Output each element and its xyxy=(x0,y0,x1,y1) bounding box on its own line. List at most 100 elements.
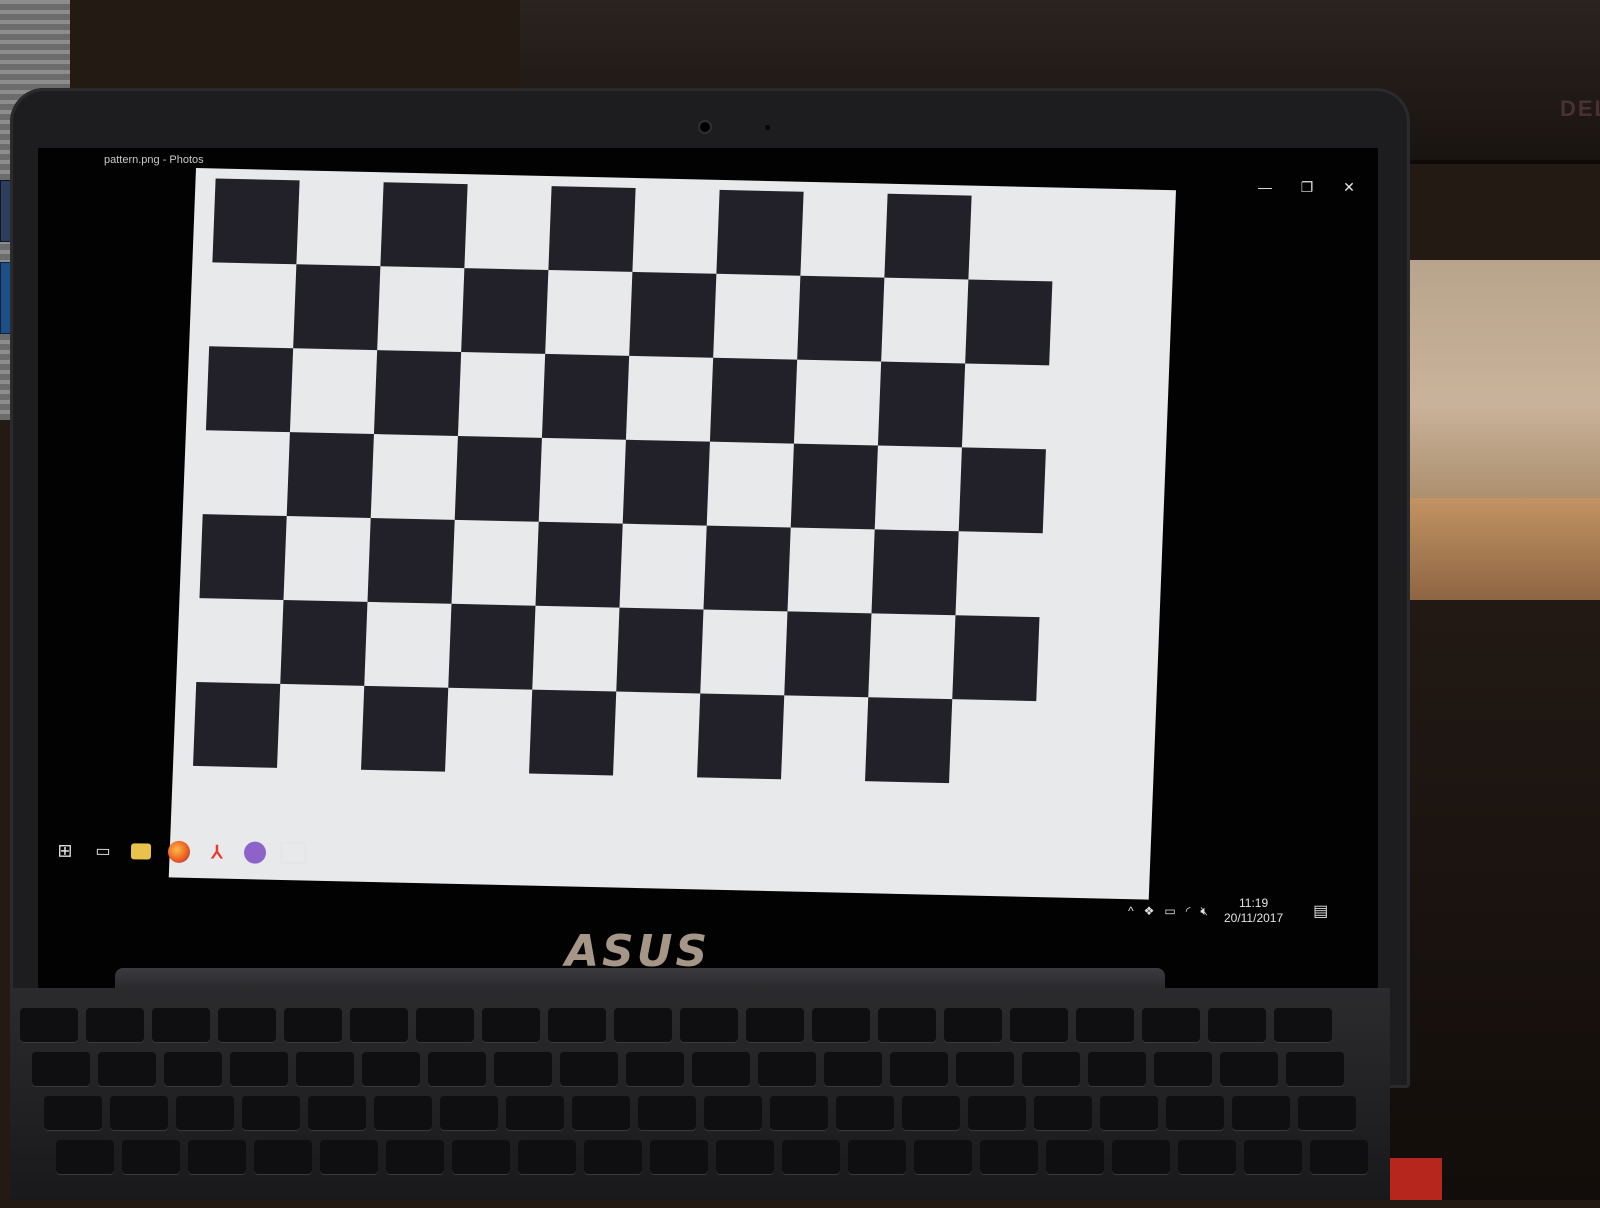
background-desk-edge xyxy=(1390,498,1600,608)
keyboard-key xyxy=(968,1096,1026,1130)
checker-square xyxy=(212,178,300,265)
keyboard-key xyxy=(188,1140,246,1174)
battery-icon[interactable]: ▭ xyxy=(1164,904,1175,918)
keyboard-key xyxy=(1244,1140,1302,1174)
laptop: pattern.png - Photos — ❐ ✕ ⊞ ▭ ⅄ ^ ❖ ▭ ◜… xyxy=(10,88,1410,1200)
keyboard-key xyxy=(1178,1140,1236,1174)
folder-icon[interactable] xyxy=(128,838,154,864)
keyboard-key xyxy=(782,1140,840,1174)
keyboard-key xyxy=(1112,1140,1170,1174)
firefox-icon[interactable] xyxy=(166,839,192,865)
clock-date: 20/11/2017 xyxy=(1223,911,1284,925)
keyboard-key xyxy=(638,1096,696,1130)
keyboard xyxy=(10,988,1390,1200)
keyboard-key xyxy=(110,1096,168,1130)
dropbox-icon[interactable]: ❖ xyxy=(1144,904,1155,918)
keyboard-key xyxy=(1208,1008,1266,1042)
chevron-up-icon[interactable]: ^ xyxy=(1128,904,1134,918)
image-canvas[interactable] xyxy=(168,168,1176,900)
checker-square xyxy=(865,697,953,784)
keyboard-key xyxy=(386,1140,444,1174)
keyboard-key xyxy=(956,1052,1014,1086)
keyboard-key xyxy=(1142,1008,1200,1042)
keyboard-key xyxy=(20,1008,78,1042)
keyboard-key xyxy=(836,1096,894,1130)
checker-square xyxy=(367,517,455,604)
keyboard-key xyxy=(518,1140,576,1174)
keyboard-key xyxy=(1298,1096,1356,1130)
keyboard-key xyxy=(506,1096,564,1130)
clock-time: 11:19 xyxy=(1238,896,1269,910)
checker-square xyxy=(784,611,872,698)
checker-square xyxy=(871,529,959,616)
checker-square xyxy=(965,279,1053,366)
keyboard-key xyxy=(440,1096,498,1130)
checker-square xyxy=(199,514,287,600)
keyboard-key xyxy=(284,1008,342,1042)
system-tray: ^ ❖ ▭ ◜ 🔇︎ 11:19 20/11/2017 ▤ xyxy=(1128,896,1328,926)
task-view-icon[interactable]: ▭ xyxy=(90,838,116,864)
webcam xyxy=(700,122,710,132)
checker-square xyxy=(529,689,617,776)
keyboard-key xyxy=(452,1140,510,1174)
checker-square xyxy=(958,447,1046,534)
windows-logo-icon[interactable]: ⊞ xyxy=(52,838,78,864)
volume-muted-icon[interactable]: 🔇︎ xyxy=(1200,904,1208,919)
keyboard-key xyxy=(1154,1052,1212,1086)
taskbar: ⊞ ▭ ⅄ xyxy=(38,826,352,877)
keyboard-key xyxy=(890,1052,948,1086)
checker-square xyxy=(703,525,791,612)
checker-square xyxy=(448,603,536,690)
keyboard-key xyxy=(1310,1140,1368,1174)
keyboard-key xyxy=(230,1052,288,1086)
checker-square xyxy=(697,693,785,780)
keyboard-key xyxy=(824,1052,882,1086)
keyboard-key xyxy=(482,1008,540,1042)
checkerboard-pattern xyxy=(193,178,1056,797)
wifi-icon[interactable]: ◜ xyxy=(1186,904,1191,918)
notification-icon[interactable]: ▤ xyxy=(1313,901,1328,921)
clock[interactable]: 11:19 20/11/2017 xyxy=(1224,896,1283,926)
keyboard-key xyxy=(944,1008,1002,1042)
checker-square xyxy=(293,264,381,351)
github-icon[interactable] xyxy=(242,839,268,865)
checker-square xyxy=(797,275,885,362)
checker-square xyxy=(454,435,542,522)
close-button[interactable]: ✕ xyxy=(1340,178,1358,196)
keyboard-key xyxy=(1220,1052,1278,1086)
minimize-button[interactable]: — xyxy=(1256,178,1274,196)
keyboard-key xyxy=(770,1096,828,1130)
keyboard-key xyxy=(650,1140,708,1174)
keyboard-key xyxy=(584,1140,642,1174)
keyboard-key xyxy=(32,1052,90,1086)
restore-button[interactable]: ❐ xyxy=(1298,178,1316,196)
keyboard-key xyxy=(704,1096,762,1130)
keyboard-key xyxy=(86,1008,144,1042)
keyboard-key xyxy=(1100,1096,1158,1130)
keyboard-key xyxy=(350,1008,408,1042)
keyboard-key xyxy=(980,1140,1038,1174)
keyboard-key xyxy=(692,1052,750,1086)
photos-icon[interactable] xyxy=(279,840,307,866)
keyboard-key xyxy=(1286,1052,1344,1086)
keyboard-key xyxy=(560,1052,618,1086)
keyboard-keys xyxy=(10,1008,1390,1208)
window-title: pattern.png - Photos xyxy=(104,154,204,166)
acrobat-icon[interactable]: ⅄ xyxy=(204,839,230,865)
keyboard-key xyxy=(308,1096,366,1130)
keyboard-key xyxy=(122,1140,180,1174)
keyboard-key xyxy=(296,1052,354,1086)
keyboard-key xyxy=(374,1096,432,1130)
keyboard-key xyxy=(848,1140,906,1174)
checker-square xyxy=(884,193,972,280)
checker-square xyxy=(280,599,368,686)
keyboard-key xyxy=(614,1008,672,1042)
keyboard-key xyxy=(812,1008,870,1042)
keyboard-key xyxy=(1046,1140,1104,1174)
keyboard-key xyxy=(218,1008,276,1042)
keyboard-key xyxy=(98,1052,156,1086)
laptop-lid: pattern.png - Photos — ❐ ✕ ⊞ ▭ ⅄ ^ ❖ ▭ ◜… xyxy=(10,88,1410,1088)
keyboard-key xyxy=(254,1140,312,1174)
keyboard-key xyxy=(758,1052,816,1086)
keyboard-key xyxy=(1274,1008,1332,1042)
